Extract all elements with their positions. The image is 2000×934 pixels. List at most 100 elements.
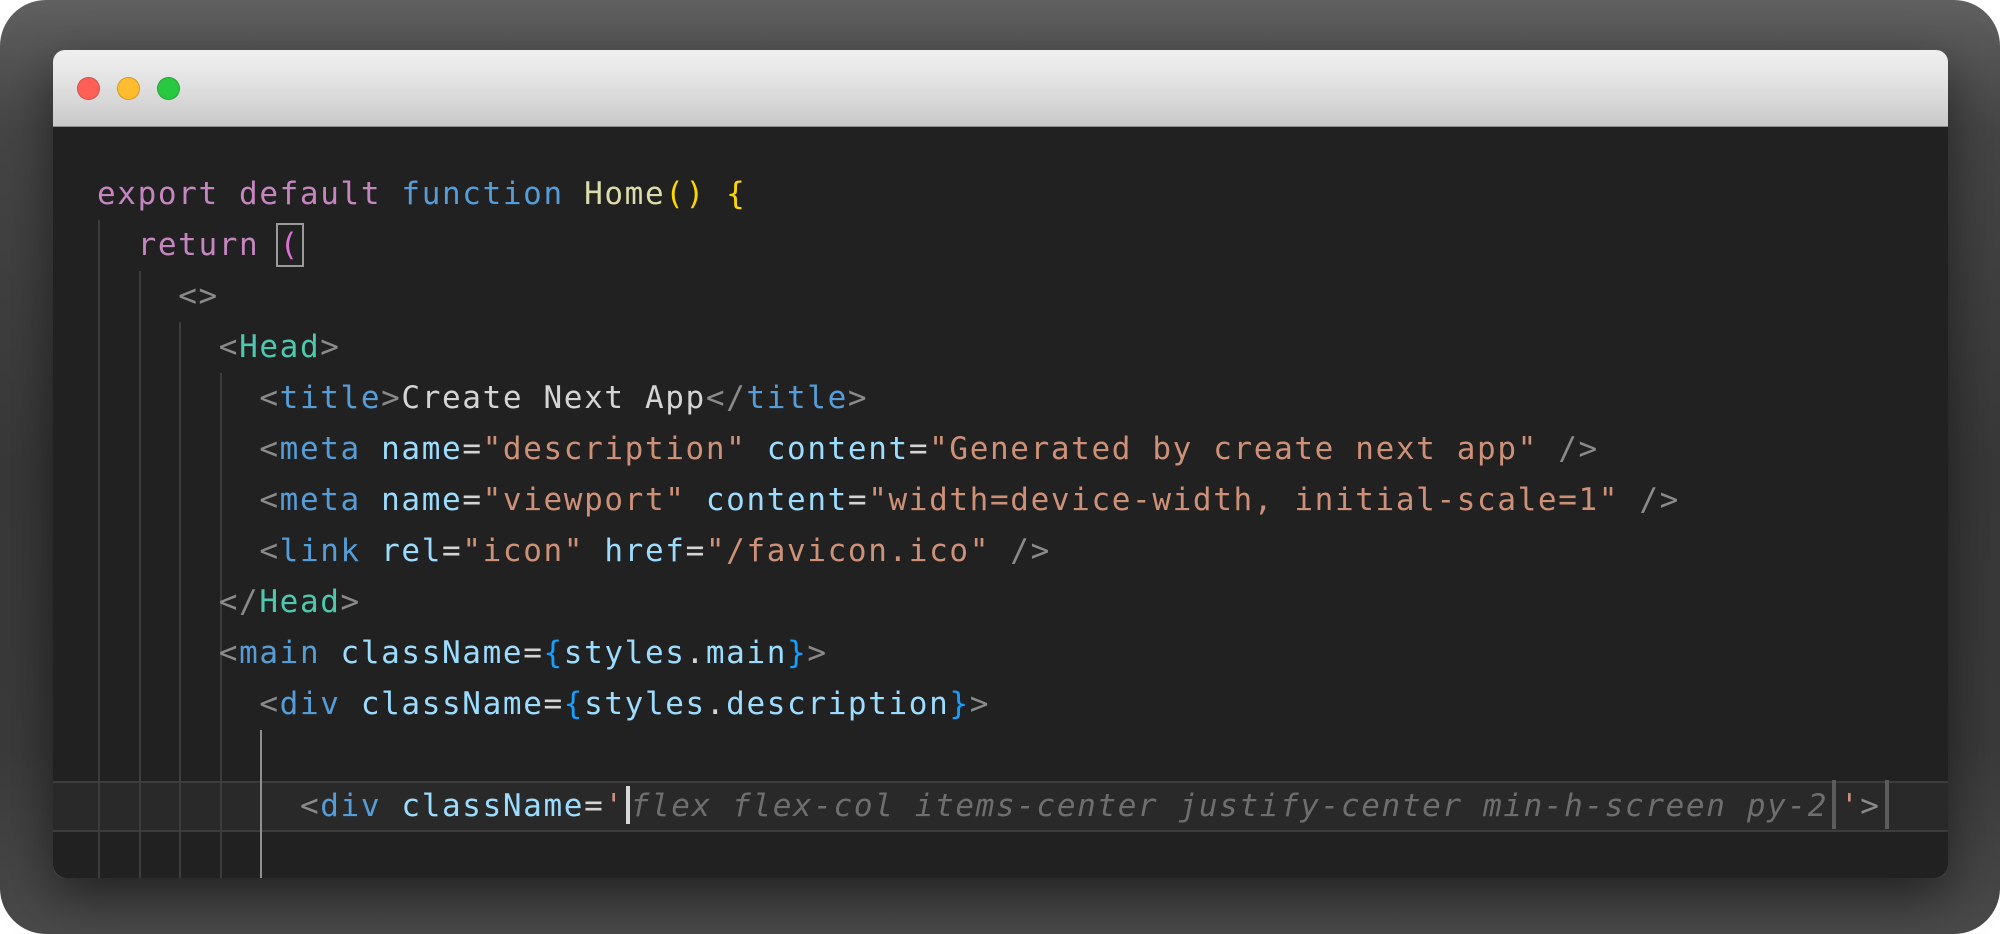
zoom-button[interactable] (157, 77, 180, 100)
code-token: return (138, 227, 260, 263)
code-token: > (381, 380, 401, 416)
code-token (97, 482, 259, 518)
code-token (97, 227, 138, 263)
code-token (341, 686, 361, 722)
code-token: < (219, 635, 239, 671)
editor-window: export default function Home() { return … (53, 50, 1948, 878)
close-button[interactable] (77, 77, 100, 100)
code-token: </ (706, 380, 747, 416)
code-token: rel (381, 533, 442, 569)
code-token: < (259, 482, 279, 518)
code-token: content (767, 431, 909, 467)
code-token: main (239, 635, 320, 671)
code-token (361, 482, 381, 518)
code-token: { (544, 635, 564, 671)
code-token (361, 431, 381, 467)
code-token: < (259, 380, 279, 416)
code-token: ' (1840, 788, 1860, 824)
code-line[interactable]: export default function Home() { (97, 169, 1948, 220)
code-token: } (949, 686, 969, 722)
code-line[interactable] (97, 730, 1948, 781)
code-token: Home (584, 176, 665, 212)
code-token: = (462, 431, 482, 467)
code-token: > (807, 635, 827, 671)
code-line[interactable]: <link rel="icon" href="/favicon.ico" /> (97, 526, 1948, 577)
code-token: name (381, 482, 462, 518)
code-token: meta (280, 482, 361, 518)
code-token: div (320, 788, 381, 824)
code-line[interactable]: <> (97, 271, 1948, 322)
code-token: Create Next App (401, 380, 705, 416)
code-token (97, 431, 259, 467)
code-token: = (442, 533, 462, 569)
code-token: > (970, 686, 990, 722)
code-token: < (259, 431, 279, 467)
code-token (1619, 482, 1639, 518)
code-token (706, 176, 726, 212)
code-token: < (219, 329, 239, 365)
code-token: . (686, 635, 706, 671)
code-token: < (259, 686, 279, 722)
code-token: href (604, 533, 685, 569)
code-token: "/favicon.ico" (706, 533, 990, 569)
code-token (97, 584, 219, 620)
code-line[interactable]: <Head> (97, 322, 1948, 373)
code-token: () (665, 176, 706, 212)
code-token: div (280, 686, 341, 722)
code-token: className (361, 686, 544, 722)
code-token (381, 176, 401, 212)
code-token: > (1860, 788, 1880, 824)
code-token (97, 686, 259, 722)
code-token: "viewport" (483, 482, 686, 518)
code-line[interactable]: return ( (97, 220, 1948, 271)
code-token: meta (280, 431, 361, 467)
code-token: <> (178, 278, 219, 314)
code-token: Head (239, 329, 320, 365)
code-token: { (564, 686, 584, 722)
code-token: "description" (483, 431, 747, 467)
code-token: "Generated by create next app" (929, 431, 1538, 467)
minimize-button[interactable] (117, 77, 140, 100)
code-token (686, 482, 706, 518)
code-token: /> (1558, 431, 1599, 467)
code-token: description (726, 686, 949, 722)
code-lines: export default function Home() { return … (97, 169, 1948, 878)
code-line[interactable]: <meta name="description" content="Genera… (97, 424, 1948, 475)
code-token (97, 788, 300, 824)
code-token: export default (97, 176, 381, 212)
code-token: > (341, 584, 361, 620)
code-token (584, 533, 604, 569)
matched-bracket: ( (280, 227, 300, 263)
code-token: < (259, 533, 279, 569)
code-token: = (462, 482, 482, 518)
code-token (381, 788, 401, 824)
code-line[interactable]: <meta name="viewport" content="width=dev… (97, 475, 1948, 526)
code-token: title (280, 380, 381, 416)
code-token: Head (259, 584, 340, 620)
code-line[interactable]: </Head> (97, 577, 1948, 628)
window-titlebar[interactable] (53, 50, 1948, 127)
code-token: = (523, 635, 543, 671)
code-token (97, 533, 259, 569)
code-token: = (584, 788, 604, 824)
suggestion-boundary-bar (1885, 780, 1889, 829)
code-line[interactable] (97, 832, 1948, 878)
code-token (97, 635, 219, 671)
code-token: content (706, 482, 848, 518)
code-token (97, 329, 219, 365)
code-token: = (544, 686, 564, 722)
code-token: "width=device-width, initial-scale=1" (868, 482, 1619, 518)
code-line[interactable]: <div className={styles.description}> (97, 679, 1948, 730)
code-token: /> (1639, 482, 1680, 518)
code-line[interactable]: <main className={styles.main}> (97, 628, 1948, 679)
code-editor[interactable]: export default function Home() { return … (53, 127, 1948, 878)
code-line[interactable]: <div className='flex flex-col items-cent… (97, 781, 1948, 832)
code-token: } (787, 635, 807, 671)
code-token (97, 278, 178, 314)
code-line[interactable]: <title>Create Next App</title> (97, 373, 1948, 424)
code-token: className (341, 635, 524, 671)
code-token: /> (1010, 533, 1051, 569)
code-token: function (401, 176, 563, 212)
code-token: </ (219, 584, 260, 620)
code-token (97, 380, 259, 416)
